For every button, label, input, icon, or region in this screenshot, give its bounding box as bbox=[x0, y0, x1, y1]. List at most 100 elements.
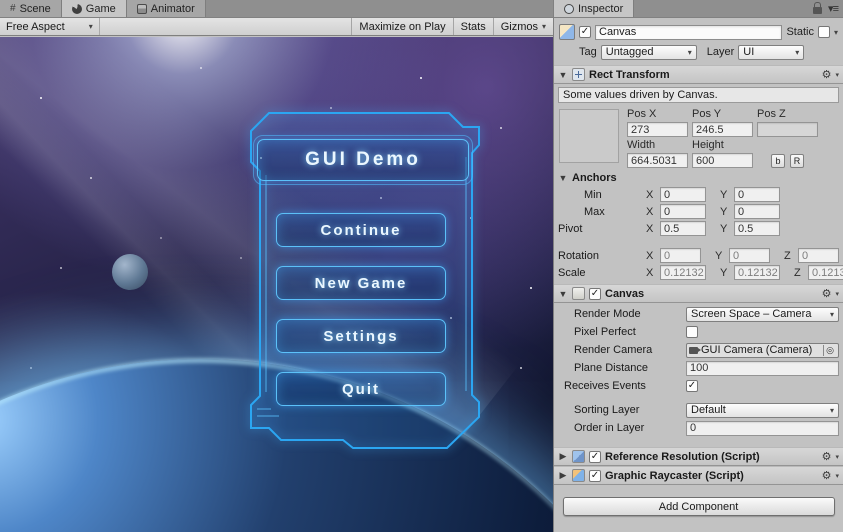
lock-icon[interactable] bbox=[813, 1, 823, 14]
rotation-z-field[interactable]: 0 bbox=[798, 248, 839, 263]
pivot-x-field[interactable]: 0.5 bbox=[660, 221, 706, 236]
render-mode-dropdown[interactable]: Screen Space – Camera ▾ bbox=[686, 306, 839, 322]
canvas-object-icon bbox=[559, 24, 575, 40]
anchor-min-x-field[interactable]: 0 bbox=[660, 187, 706, 202]
panel-menu-icon[interactable]: ▾≡ bbox=[828, 2, 839, 15]
y-label: Y bbox=[720, 222, 728, 235]
name-field[interactable]: Canvas bbox=[595, 24, 783, 40]
graphic-raycaster-enabled-checkbox[interactable]: ✓ bbox=[589, 469, 601, 482]
pivot-label: Pivot bbox=[558, 222, 583, 235]
view-tabstrip: # Scene Game Animator bbox=[0, 0, 553, 18]
rect-transform-header[interactable]: ▼ Rect Transform ⚙ ▾ bbox=[554, 65, 843, 84]
foldout-open-icon[interactable]: ▼ bbox=[558, 70, 568, 80]
y-label: Y bbox=[715, 249, 723, 262]
tab-animator[interactable]: Animator bbox=[126, 0, 206, 17]
animator-icon bbox=[136, 3, 147, 14]
rotation-x-field[interactable]: 0 bbox=[660, 248, 701, 263]
gizmos-dropdown[interactable]: Gizmos ▾ bbox=[492, 18, 553, 35]
anchor-preset-preview[interactable] bbox=[559, 109, 619, 163]
gear-icon[interactable]: ⚙ bbox=[822, 469, 832, 482]
chevron-down-icon: ▾ bbox=[88, 22, 93, 31]
raw-edit-mode-button[interactable]: R bbox=[790, 153, 804, 168]
blueprint-mode-button[interactable]: b bbox=[771, 153, 785, 168]
static-label: Static bbox=[786, 26, 814, 38]
aspect-dropdown[interactable]: Free Aspect ▾ bbox=[0, 18, 100, 35]
pos-y-field[interactable]: 246.5 bbox=[692, 122, 753, 137]
anchors-max-label: Max bbox=[584, 205, 605, 218]
maximize-on-play-button[interactable]: Maximize on Play bbox=[351, 18, 452, 35]
new-game-button[interactable]: New Game bbox=[276, 266, 446, 300]
reference-resolution-header[interactable]: ▶ ✓ Reference Resolution (Script) ⚙ ▾ bbox=[554, 447, 843, 466]
pivot-y-field[interactable]: 0.5 bbox=[734, 221, 780, 236]
layer-dropdown[interactable]: UI ▾ bbox=[738, 44, 805, 60]
render-camera-object-field[interactable]: GUI Camera (Camera) ◎ bbox=[686, 342, 839, 358]
menu-title-button[interactable]: GUI Demo bbox=[253, 135, 473, 185]
game-toolbar: Free Aspect ▾ Maximize on Play Stats Giz… bbox=[0, 18, 553, 36]
render-camera-value: GUI Camera (Camera) bbox=[701, 344, 813, 356]
canvas-enabled-checkbox[interactable]: ✓ bbox=[589, 287, 601, 300]
scale-y-field[interactable]: 0.12132 bbox=[734, 265, 780, 280]
foldout-open-icon[interactable]: ▼ bbox=[558, 289, 568, 299]
scale-label: Scale bbox=[558, 266, 586, 279]
canvas-component-icon bbox=[572, 287, 585, 300]
continue-button[interactable]: Continue bbox=[276, 213, 446, 247]
holographic-menu: GUI Demo Continue New Game Settings Quit bbox=[235, 109, 515, 454]
pixel-perfect-checkbox[interactable] bbox=[686, 326, 698, 338]
sorting-layer-dropdown[interactable]: Default ▾ bbox=[686, 402, 839, 418]
graphic-raycaster-icon bbox=[572, 469, 585, 482]
stats-button[interactable]: Stats bbox=[452, 18, 493, 35]
static-checkbox[interactable] bbox=[817, 26, 830, 38]
canvas-component-header[interactable]: ▼ ✓ Canvas ⚙ ▾ bbox=[554, 284, 843, 303]
pixel-perfect-label: Pixel Perfect bbox=[574, 326, 636, 338]
tab-inspector[interactable]: Inspector bbox=[554, 0, 635, 17]
layer-label: Layer bbox=[706, 46, 735, 58]
canvas-component-body: Render Mode Screen Space – Camera ▾ Pixe… bbox=[554, 303, 843, 441]
tab-game[interactable]: Game bbox=[61, 0, 127, 17]
order-in-layer-label: Order in Layer bbox=[574, 422, 645, 434]
receives-events-checkbox[interactable]: ✓ bbox=[686, 380, 698, 392]
anchor-max-y-field[interactable]: 0 bbox=[734, 204, 780, 219]
x-label: X bbox=[646, 222, 654, 235]
gear-icon[interactable]: ⚙ bbox=[822, 68, 832, 81]
reference-resolution-icon bbox=[572, 450, 585, 463]
scale-x-field[interactable]: 0.12132 bbox=[660, 265, 706, 280]
settings-button[interactable]: Settings bbox=[276, 319, 446, 353]
driven-values-note: Some values driven by Canvas. bbox=[558, 87, 839, 103]
tag-label: Tag bbox=[579, 46, 597, 58]
plane-distance-field[interactable]: 100 bbox=[686, 360, 839, 376]
height-field[interactable]: 600 bbox=[692, 153, 753, 168]
quit-button[interactable]: Quit bbox=[276, 372, 446, 406]
chevron-down-icon: ▾ bbox=[541, 22, 546, 31]
pos-z-field[interactable] bbox=[757, 122, 818, 137]
static-dropdown-icon[interactable]: ▾ bbox=[834, 28, 838, 37]
layer-value: UI bbox=[743, 46, 755, 58]
anchor-min-y-field[interactable]: 0 bbox=[734, 187, 780, 202]
add-component-button[interactable]: Add Component bbox=[562, 497, 835, 516]
width-field[interactable]: 664.5031 bbox=[627, 153, 688, 168]
tag-dropdown[interactable]: Untagged ▾ bbox=[600, 44, 697, 60]
receives-events-label: Receives Events bbox=[564, 380, 646, 392]
anchors-label: Anchors bbox=[572, 171, 617, 184]
anchor-max-x-field[interactable]: 0 bbox=[660, 204, 706, 219]
render-mode-label: Render Mode bbox=[574, 308, 641, 320]
object-picker-icon[interactable]: ◎ bbox=[823, 344, 836, 356]
active-checkbox[interactable]: ✓ bbox=[579, 26, 591, 38]
width-label: Width bbox=[627, 139, 656, 151]
chevron-down-icon: ▾ bbox=[795, 47, 800, 57]
anchors-foldout-icon[interactable]: ▼ bbox=[558, 173, 568, 183]
chevron-down-icon: ▾ bbox=[835, 453, 839, 461]
reference-resolution-enabled-checkbox[interactable]: ✓ bbox=[589, 450, 601, 463]
foldout-closed-icon[interactable]: ▶ bbox=[558, 451, 568, 462]
scale-z-field[interactable]: 0.12132 bbox=[808, 265, 843, 280]
pos-x-label: Pos X bbox=[627, 108, 657, 120]
rotation-y-field[interactable]: 0 bbox=[729, 248, 770, 263]
chevron-down-icon: ▾ bbox=[687, 47, 692, 57]
pos-x-field[interactable]: 273 bbox=[627, 122, 688, 137]
order-in-layer-field[interactable]: 0 bbox=[686, 420, 839, 436]
foldout-closed-icon[interactable]: ▶ bbox=[558, 470, 568, 481]
tab-scene[interactable]: # Scene bbox=[0, 0, 62, 17]
render-camera-label: Render Camera bbox=[574, 344, 653, 356]
gear-icon[interactable]: ⚙ bbox=[822, 287, 832, 300]
gear-icon[interactable]: ⚙ bbox=[822, 450, 832, 463]
graphic-raycaster-header[interactable]: ▶ ✓ Graphic Raycaster (Script) ⚙ ▾ bbox=[554, 466, 843, 485]
